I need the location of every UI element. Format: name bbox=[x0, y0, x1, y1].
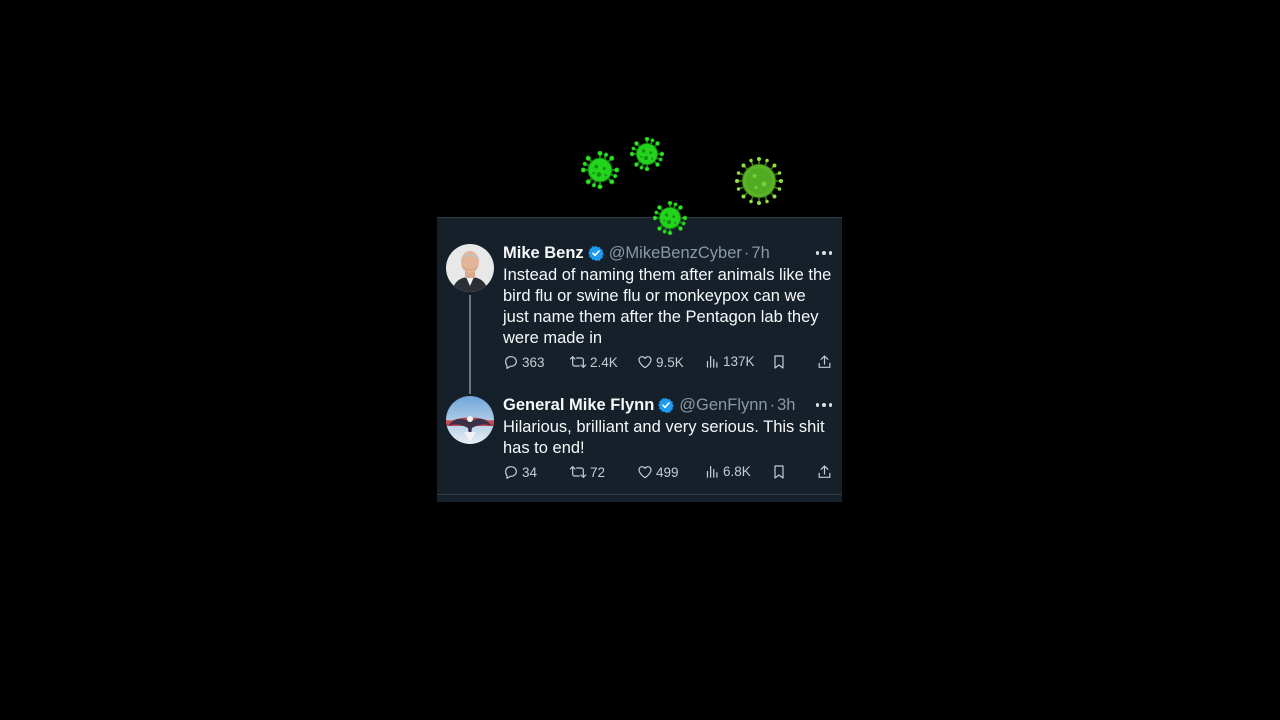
share-button[interactable] bbox=[817, 464, 832, 480]
bookmark-button[interactable] bbox=[772, 354, 786, 370]
display-name[interactable]: General Mike Flynn bbox=[503, 396, 654, 415]
share-icon bbox=[818, 355, 831, 368]
tweet-header: Mike Benz @MikeBenzCyber · 7h bbox=[503, 242, 834, 264]
tweet[interactable]: General Mike Flynn @GenFlynn · 3h Hilari… bbox=[437, 394, 842, 494]
view-count: 137K bbox=[723, 354, 755, 369]
analytics-icon bbox=[706, 355, 718, 368]
bookmark-button[interactable] bbox=[772, 464, 786, 480]
more-options-icon[interactable] bbox=[815, 394, 832, 416]
tweet-text: Hilarious, brilliant and very serious. T… bbox=[503, 418, 825, 457]
bookmark-icon bbox=[774, 465, 784, 479]
handle[interactable]: @MikeBenzCyber bbox=[609, 244, 742, 263]
tweet-actions: 363 2.4K 9.5K 137K bbox=[437, 354, 842, 374]
analytics-icon bbox=[706, 465, 718, 478]
verified-badge-icon bbox=[587, 245, 604, 261]
display-name[interactable]: Mike Benz bbox=[503, 244, 584, 263]
avatar[interactable] bbox=[446, 396, 494, 444]
tweet-actions: 34 72 499 6.8K bbox=[437, 464, 842, 484]
retweet-count: 72 bbox=[590, 464, 606, 480]
bookmark-icon bbox=[774, 355, 784, 369]
reply-count: 34 bbox=[522, 464, 538, 480]
reply-count: 363 bbox=[522, 354, 545, 370]
separator: · bbox=[743, 243, 750, 262]
like-count: 499 bbox=[656, 464, 679, 480]
reply-icon bbox=[505, 466, 517, 479]
views-button[interactable]: 6.8K bbox=[705, 464, 751, 479]
handle[interactable]: @GenFlynn bbox=[679, 396, 767, 415]
tweet-thread-card: Mike Benz @MikeBenzCyber · 7h Instead of… bbox=[437, 217, 842, 502]
heart-icon bbox=[638, 356, 652, 369]
reply-icon bbox=[505, 356, 517, 369]
view-count: 6.8K bbox=[723, 464, 751, 479]
tweet-content: General Mike Flynn @GenFlynn · 3h Hilari… bbox=[503, 394, 834, 459]
reply-button[interactable]: 363 bbox=[503, 354, 545, 370]
like-button[interactable]: 499 bbox=[637, 464, 679, 480]
views-button[interactable]: 137K bbox=[705, 354, 755, 369]
divider bbox=[437, 494, 842, 495]
retweet-button[interactable]: 2.4K bbox=[569, 354, 618, 370]
avatar[interactable] bbox=[446, 244, 494, 292]
retweet-icon bbox=[569, 466, 587, 478]
virus-icon bbox=[734, 156, 784, 206]
tweet-text: Instead of naming them after animals lik… bbox=[503, 266, 832, 347]
retweet-button[interactable]: 72 bbox=[569, 464, 605, 480]
timestamp[interactable]: 3h bbox=[777, 396, 795, 415]
like-button[interactable]: 9.5K bbox=[637, 354, 684, 370]
virus-icon bbox=[630, 137, 664, 171]
virus-icon bbox=[653, 201, 687, 235]
tweet-content: Mike Benz @MikeBenzCyber · 7h Instead of… bbox=[503, 242, 834, 349]
reply-button[interactable]: 34 bbox=[503, 464, 537, 480]
share-icon bbox=[818, 465, 831, 478]
heart-icon bbox=[638, 466, 652, 479]
divider bbox=[437, 217, 842, 218]
retweet-count: 2.4K bbox=[590, 354, 618, 370]
virus-icon bbox=[581, 151, 619, 189]
separator: · bbox=[769, 395, 776, 414]
like-count: 9.5K bbox=[656, 354, 684, 370]
share-button[interactable] bbox=[817, 354, 832, 370]
verified-badge-icon bbox=[658, 397, 675, 413]
timestamp[interactable]: 7h bbox=[751, 244, 769, 263]
retweet-icon bbox=[569, 356, 587, 368]
tweet[interactable]: Mike Benz @MikeBenzCyber · 7h Instead of… bbox=[437, 242, 842, 382]
more-options-icon[interactable] bbox=[815, 242, 832, 264]
tweet-header: General Mike Flynn @GenFlynn · 3h bbox=[503, 394, 834, 416]
